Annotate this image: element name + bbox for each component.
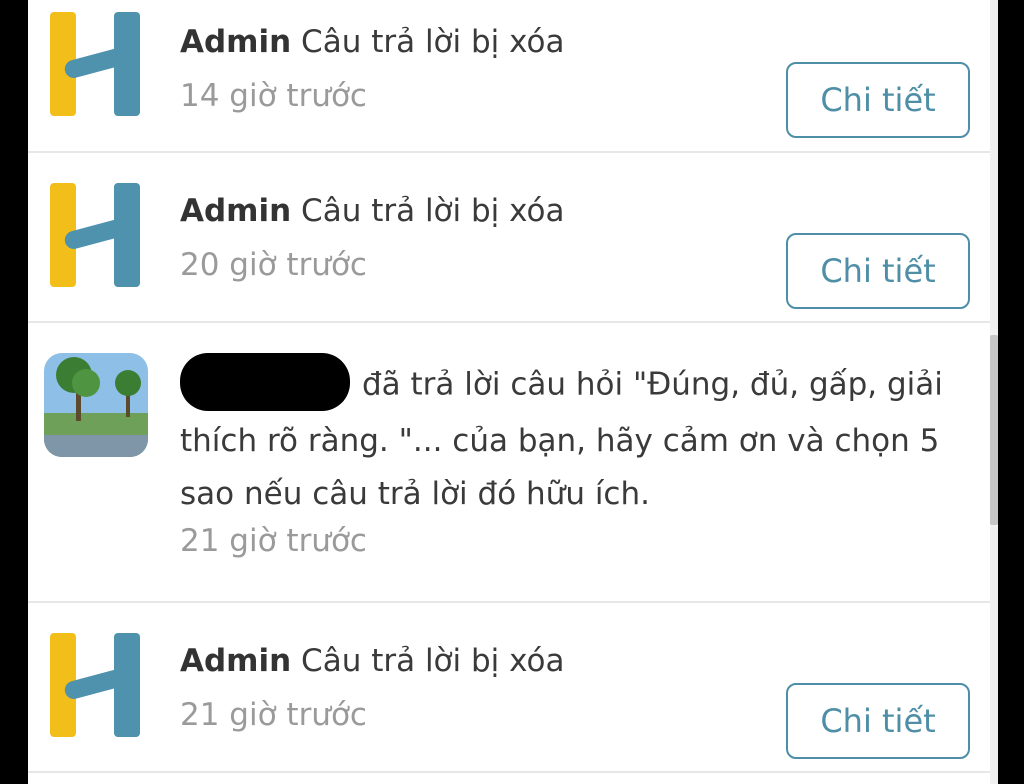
details-button[interactable]: Chi tiết	[786, 683, 970, 759]
sender-name: Admin	[180, 193, 292, 229]
notification-time: 21 giờ trước	[180, 523, 367, 559]
h-logo-icon	[50, 183, 140, 287]
notification-item[interactable]: Admin Câu trả lời bị xóa 21 giờ trước Ch…	[28, 603, 990, 773]
notification-message: Câu trả lời bị xóa	[301, 193, 565, 229]
landscape-avatar	[44, 353, 148, 457]
scrollbar[interactable]	[990, 0, 998, 784]
notification-item[interactable]: Admin Câu trả lời bị xóa 14 giờ trước Ch…	[28, 0, 990, 153]
h-logo-icon	[50, 12, 140, 116]
notification-item[interactable]: đã trả lời câu hỏi "Đúng, đủ, gấp, giải …	[28, 323, 990, 603]
sender-name: Admin	[180, 643, 292, 679]
redacted-username	[180, 353, 350, 411]
details-button[interactable]: Chi tiết	[786, 62, 970, 138]
h-logo-icon	[50, 633, 140, 737]
notification-panel: Admin Câu trả lời bị xóa 14 giờ trước Ch…	[28, 0, 990, 784]
scrollbar-thumb[interactable]	[990, 335, 998, 525]
details-button[interactable]: Chi tiết	[786, 233, 970, 309]
sender-name: Admin	[180, 24, 292, 60]
notification-text: đã trả lời câu hỏi "Đúng, đủ, gấp, giải …	[180, 353, 972, 561]
user-avatar	[44, 353, 148, 457]
notification-item[interactable]: Admin Câu trả lời bị xóa 20 giờ trước Ch…	[28, 153, 990, 323]
notification-message: Câu trả lời bị xóa	[301, 24, 565, 60]
notification-message: Câu trả lời bị xóa	[301, 643, 565, 679]
